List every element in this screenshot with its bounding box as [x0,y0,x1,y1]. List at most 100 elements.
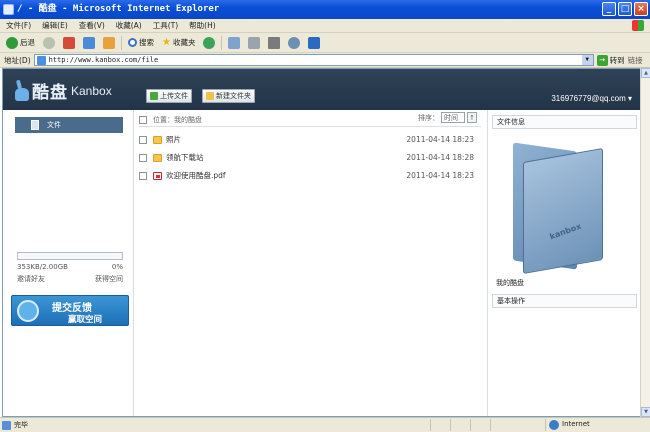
feedback-title: 提交反馈 [52,303,92,314]
edit-icon [268,36,281,49]
quota-percent: 0% [111,263,123,271]
file-date: 2011-04-14 18:23 [406,135,474,144]
windows-logo-icon [632,20,644,31]
menu-help[interactable]: 帮助(H) [189,20,216,31]
address-bar: 地址(D) http://www.kanbox.com/file ▼ → 转到 … [0,53,650,68]
menu-bar: 文件(F) 编辑(E) 查看(V) 收藏(A) 工具(T) 帮助(H) [0,19,650,33]
forward-arrow-icon [43,36,55,49]
feedback-banner[interactable]: 提交反馈 赢取空间 [11,295,129,326]
address-url: http://www.kanbox.com/file [48,56,159,64]
forward-button[interactable] [41,35,57,51]
large-folder-icon: kanbox [513,142,605,275]
go-label: 转到 [609,55,625,65]
home-button[interactable] [101,35,117,51]
kanbox-header: 酷盘 Kanbox 上传文件 新建文件夹 316976779@qq.com ▾ [3,69,644,110]
mail-button[interactable] [226,35,242,51]
upload-button[interactable]: 上传文件 [146,89,192,103]
invite-friends-link[interactable]: 邀请好友 [17,274,45,284]
discuss-icon [288,36,301,49]
sort-select[interactable]: 时间 [441,112,465,123]
sidebar-item-label: 文件 [47,121,61,129]
search-label: 搜索 [139,38,154,47]
favorites-button[interactable]: ★ 收藏夹 [160,35,197,51]
file-name[interactable]: 欢迎使用酷盘.pdf [166,170,226,181]
address-label: 地址(D) [4,55,31,65]
pdf-file-icon [153,171,162,180]
edit-button[interactable] [266,35,282,51]
new-folder-button[interactable]: 新建文件夹 [202,89,255,103]
print-button[interactable] [246,35,262,51]
home-icon [103,36,115,49]
menu-view[interactable]: 查看(V) [79,20,105,31]
list-item[interactable]: 照片 2011-04-14 18:23 [139,133,481,146]
messenger-button[interactable] [306,35,322,51]
row-checkbox[interactable] [139,135,147,144]
folder-icon [153,153,162,162]
media-icon [203,36,216,49]
go-arrow-icon: → [596,54,608,66]
sidebar-item-files[interactable]: 文件 [15,117,123,133]
file-date: 2011-04-14 18:28 [406,153,474,162]
go-button[interactable]: → 转到 [596,54,625,66]
menu-favorites[interactable]: 收藏(A) [116,20,142,31]
user-menu[interactable]: 316976779@qq.com ▾ [551,94,632,103]
menu-edit[interactable]: 编辑(E) [42,20,68,31]
scroll-down-button[interactable]: ▼ [641,407,650,417]
sidebar: 文件 353KB/2.00GB 0% 邀请好友 获得空间 提交反馈 赢取空间 [3,110,134,416]
links-button[interactable]: 链接 [628,55,643,66]
refresh-button[interactable] [81,35,97,51]
folder-icon [153,135,162,144]
ie-app-icon [3,4,14,15]
close-button[interactable]: × [634,2,648,16]
select-all-checkbox[interactable] [139,115,147,124]
file-name[interactable]: 领航下载站 [166,152,204,163]
status-text: 完毕 [0,420,28,430]
toolbar: 后退 搜索 ★ 收藏夹 [0,33,650,53]
toolbar-separator [221,35,223,50]
row-checkbox[interactable] [139,153,147,162]
selected-name: 我的酷盘 [496,279,524,287]
basic-ops-header[interactable]: 基本操作 [492,294,637,308]
upload-icon [150,92,158,100]
page-icon [36,56,46,65]
files-icon [31,120,39,130]
page-content: 酷盘 Kanbox 上传文件 新建文件夹 316976779@qq.com ▾ … [2,68,645,417]
messenger-icon [308,36,321,49]
storage-quota: 353KB/2.00GB 0% 邀请好友 获得空间 [17,252,123,284]
mail-icon [228,36,241,49]
discuss-button[interactable] [286,35,302,51]
sort-control: 排序： 时间 ↑ [418,112,477,123]
back-button[interactable]: 后退 [4,35,37,51]
breadcrumb: 位置：我的酷盘 [153,115,202,124]
list-header: 位置：我的酷盘 排序： 时间 ↑ [139,112,481,127]
media-button[interactable] [201,35,217,51]
address-dropdown[interactable]: ▼ [581,55,593,65]
quota-bar [17,252,123,260]
star-icon: ★ [162,37,171,48]
get-space-link[interactable]: 获得空间 [95,274,123,284]
file-name[interactable]: 照片 [166,134,181,145]
minimize-button[interactable]: _ [602,2,616,16]
menu-file[interactable]: 文件(F) [6,20,31,31]
menu-tools[interactable]: 工具(T) [153,20,178,31]
list-item[interactable]: 欢迎使用酷盘.pdf 2011-04-14 18:23 [139,169,481,182]
search-button[interactable]: 搜索 [126,35,156,51]
maximize-button[interactable]: □ [618,2,632,16]
upload-label: 上传文件 [160,92,188,100]
scroll-up-button[interactable]: ▲ [641,68,650,78]
back-arrow-icon [6,36,18,49]
new-folder-icon [206,92,214,100]
kangaroo-logo-icon [15,80,29,102]
list-item[interactable]: 领航下载站 2011-04-14 18:28 [139,151,481,164]
vertical-scrollbar[interactable]: ▲ ▼ [640,68,650,417]
address-input[interactable]: http://www.kanbox.com/file ▼ [33,54,594,66]
row-checkbox[interactable] [139,171,147,180]
refresh-icon [83,36,95,49]
kanbox-logo[interactable]: 酷盘 Kanbox [15,78,112,103]
file-info-header: 文件信息 [492,115,637,129]
stop-button[interactable] [61,35,77,51]
basic-ops-title: 基本操作 [497,297,525,305]
sort-direction-button[interactable]: ↑ [467,112,477,123]
favorites-label: 收藏夹 [172,38,196,47]
back-label: 后退 [20,38,35,47]
